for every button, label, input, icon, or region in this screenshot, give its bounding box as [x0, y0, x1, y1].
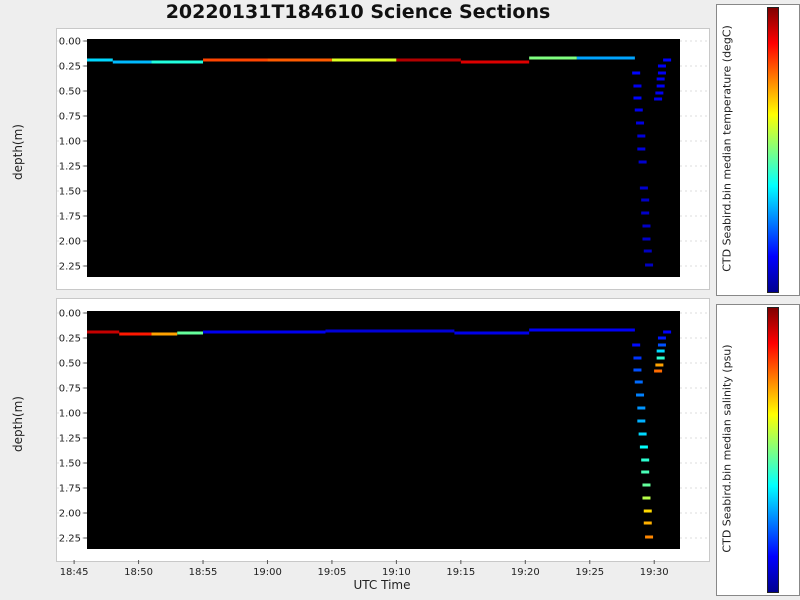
temperature-plot-area[interactable]	[87, 39, 680, 277]
temperature-colorbar-label: CTD Seabird.bin median temperature (degC…	[720, 25, 734, 272]
x-tick-label: 19:25	[575, 567, 604, 578]
temperature-colorbar-gradient	[767, 7, 779, 293]
figure-title: 20220131T184610 Science Sections	[165, 1, 551, 23]
x-tick-label: 18:50	[124, 567, 153, 578]
x-tick-label: 19:10	[382, 567, 411, 578]
x-axis-label: UTC Time	[353, 578, 411, 592]
x-tick-label: 19:05	[318, 567, 347, 578]
salinity-y-axis-label: depth(m)	[11, 396, 25, 452]
x-tick-label: 19:00	[253, 567, 282, 578]
salinity-panel	[56, 298, 710, 562]
x-tick-label: 18:55	[189, 567, 218, 578]
temperature-y-axis-label: depth(m)	[11, 124, 25, 180]
salinity-colorbar-label: CTD Seabird.bin median salinity (psu)	[720, 344, 734, 553]
temperature-panel	[56, 28, 710, 290]
x-tick-label: 19:15	[446, 567, 475, 578]
salinity-colorbar-gradient	[767, 307, 779, 593]
salinity-plot-area[interactable]	[87, 311, 680, 549]
x-tick-label: 18:45	[60, 567, 89, 578]
x-tick-label: 19:30	[640, 567, 669, 578]
x-tick-label: 19:20	[511, 567, 540, 578]
